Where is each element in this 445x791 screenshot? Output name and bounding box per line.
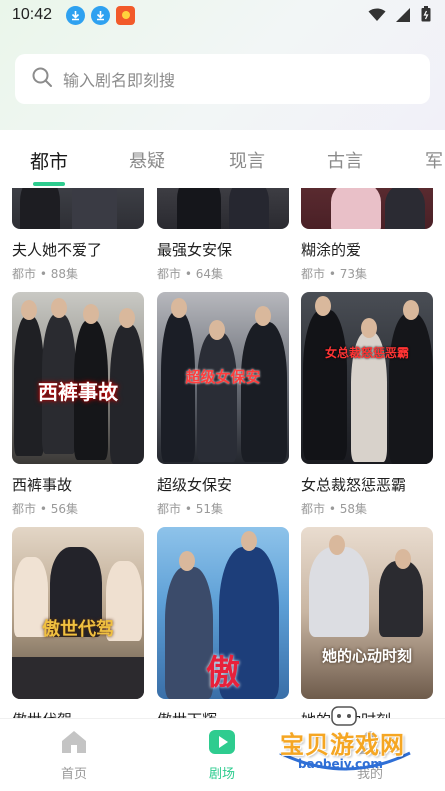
drama-title: 超级女保安 [157,476,233,494]
tab-xuanyi[interactable]: 悬疑 [129,147,165,173]
nav-label: 首页 [60,767,87,782]
drama-poster [12,188,144,229]
drama-card[interactable]: 她的心动时刻 她的心动时刻 [301,527,433,718]
drama-meta: 都市 • 56集 [12,502,78,516]
nav-home[interactable]: 首页 [44,729,104,782]
watermark-title: 宝贝游戏网 [280,731,405,759]
tab-dushi[interactable]: 都市 [30,147,68,174]
category-tabs: 都市 悬疑 现言 古言 军 [0,130,445,188]
app-notification-icon [116,5,136,25]
drama-card[interactable]: 最强女安保 都市 • 64集 [157,188,289,282]
status-time: 10:42 [12,6,53,23]
drama-poster: 女总裁怒惩恶霸 [301,292,433,464]
drama-meta: 都市 • 51集 [157,502,223,516]
wifi-icon [368,7,386,26]
drama-card[interactable]: 糊涂的爱 都市 • 73集 [301,188,433,282]
poster-title-art: 女总裁怒惩恶霸 [324,346,409,360]
drama-card[interactable]: 傲世代驾 傲世代驾 [12,527,144,718]
tab-xianyan[interactable]: 现言 [229,147,265,173]
drama-title: 傲世代驾 [12,709,144,718]
download-notification-icon [91,5,111,25]
download-notification-icon [66,5,86,25]
drama-poster [157,188,289,229]
poster-title-art: 超级女保安 [185,368,261,386]
poster-title-art: 傲世代驾 [42,619,114,640]
home-icon [60,731,88,759]
nav-label: 剧场 [208,767,235,782]
drama-poster: 傲 [157,527,289,699]
drama-grid: 夫人她不爱了 都市 • 88集 最强女安保 都市 • 64集 糊涂的爱 都市 •… [0,188,445,718]
drama-meta: 都市 • 88集 [12,267,78,281]
drama-title: 最强女安保 [157,241,233,259]
nav-theater[interactable]: 剧场 [192,729,252,782]
drama-card[interactable]: 女总裁怒惩恶霸 女总裁怒惩恶霸 都市 • 58集 [301,292,433,517]
drama-title: 糊涂的爱 [301,241,362,259]
drama-poster: 她的心动时刻 [301,527,433,699]
watermark-url: baobeiy.com [298,757,383,771]
drama-poster: 傲世代驾 [12,527,144,699]
drama-card[interactable]: 超级女保安 超级女保安 都市 • 51集 [157,292,289,517]
site-watermark: 宝贝游戏网 baobeiy.com [270,705,420,780]
drama-title: 夫人她不爱了 [12,241,103,259]
drama-title: 女总裁怒惩恶霸 [301,476,407,494]
drama-meta: 都市 • 73集 [301,267,367,281]
tab-guyan[interactable]: 古言 [327,147,363,173]
drama-poster: 西裤事故 [12,292,144,464]
poster-title-art: 她的心动时刻 [321,647,412,665]
tab-indicator [33,182,65,186]
drama-card[interactable]: 西裤事故 西裤事故 都市 • 56集 [12,292,144,517]
poster-title-art: 西裤事故 [38,380,118,404]
play-icon [208,730,236,759]
drama-poster: 超级女保安 [157,292,289,464]
drama-meta: 都市 • 64集 [157,267,223,281]
drama-meta: 都市 • 58集 [301,502,367,516]
battery-icon [421,6,431,26]
status-bar: 10:42 [0,0,445,30]
drama-title: 西裤事故 [12,476,73,494]
drama-card[interactable]: 傲 傲世下辉 [157,527,289,718]
poster-title-art: 傲 [206,653,240,693]
search-input[interactable]: 输入剧名即刻搜 [15,54,430,104]
signal-icon [396,7,411,26]
drama-card[interactable]: 夫人她不爱了 都市 • 88集 [12,188,144,282]
search-placeholder: 输入剧名即刻搜 [63,71,176,90]
tab-jun[interactable]: 军 [425,147,443,173]
drama-poster [301,188,433,229]
search-icon [31,66,53,92]
